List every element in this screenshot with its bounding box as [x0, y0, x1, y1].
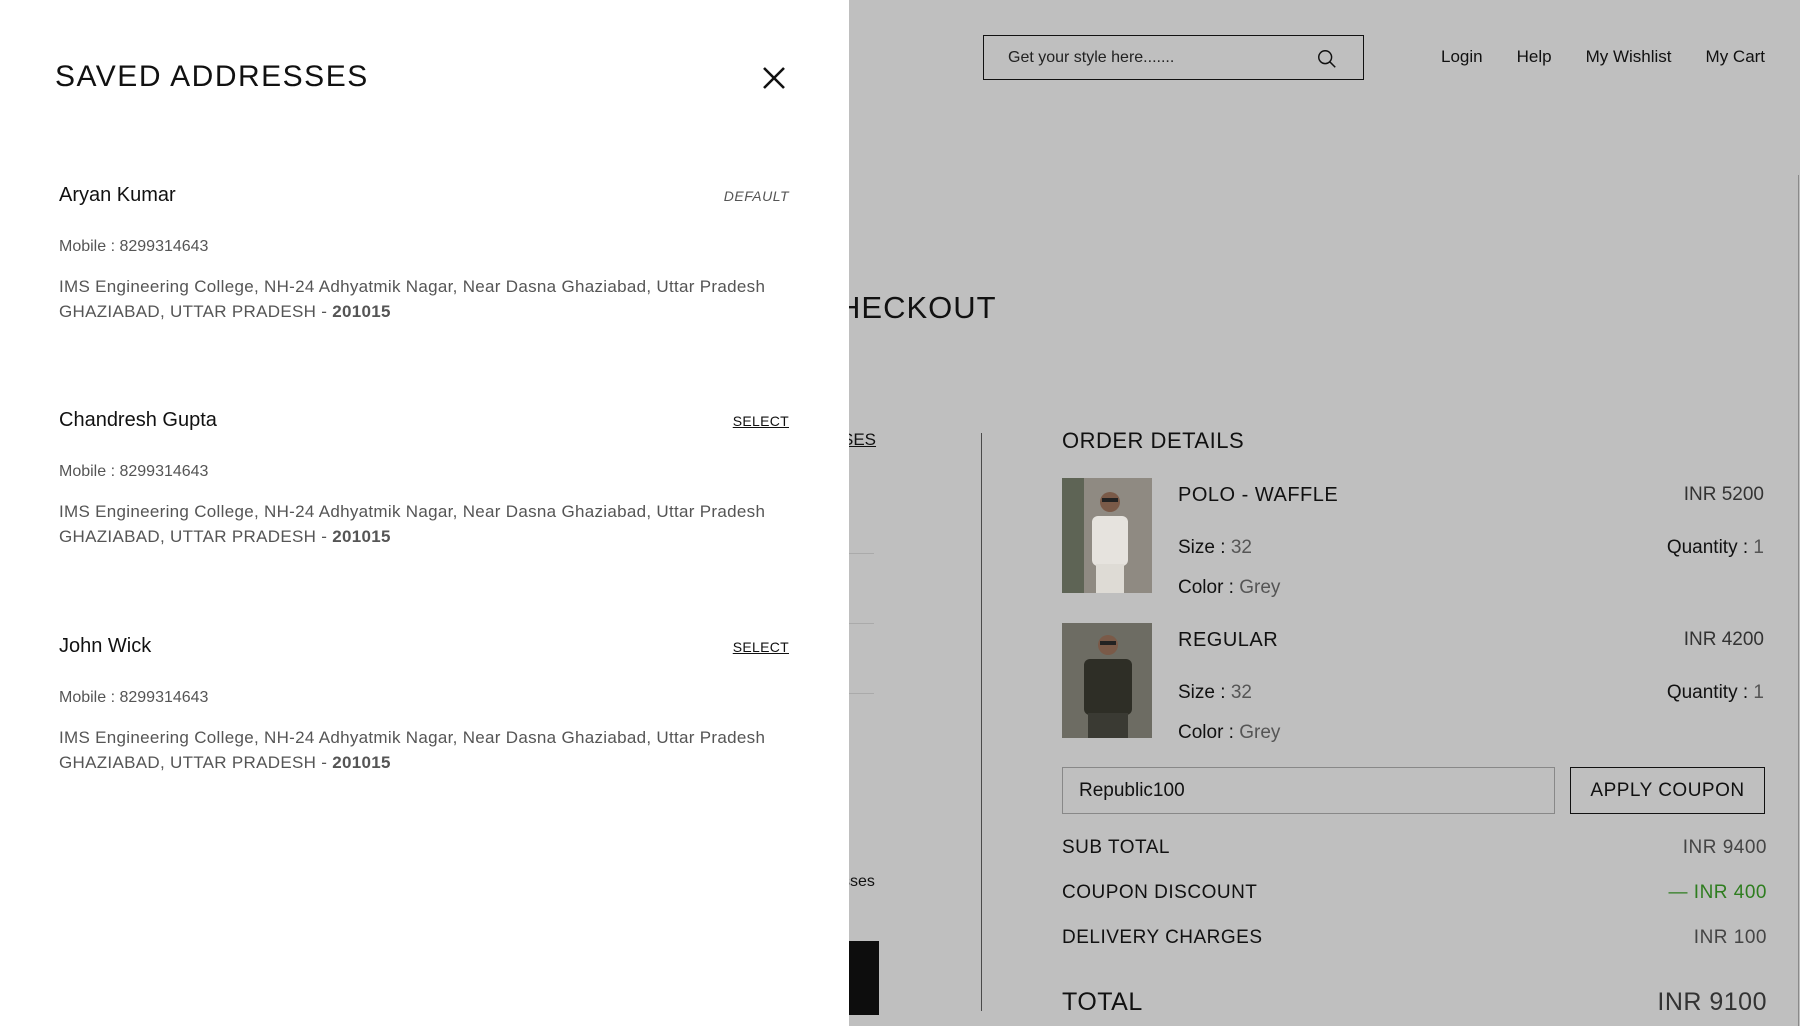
panel-title: SAVED ADDRESSES [55, 60, 369, 93]
product-color: Color : Grey [1178, 722, 1281, 743]
order-item: POLO - WAFFLE INR 5200 Size : 32 Color :… [1062, 478, 1800, 598]
coupon-discount-label: COUPON DISCOUNT [1062, 882, 1258, 903]
close-icon[interactable] [758, 62, 790, 94]
subtotal-value: INR 9400 [1682, 837, 1767, 858]
address-city-line: GHAZIABAD, UTTAR PRADESH - 201015 [59, 527, 391, 546]
top-nav: Login Help My Wishlist My Cart [1441, 47, 1765, 67]
delivery-charges-row: DELIVERY CHARGES INR 100 [1062, 927, 1767, 949]
address-mobile: Mobile : 8299314643 [59, 689, 209, 706]
product-name: REGULAR [1178, 629, 1279, 651]
product-size: Size : 32 [1178, 682, 1252, 703]
address-mobile: Mobile : 8299314643 [59, 238, 209, 255]
column-divider [981, 433, 982, 1011]
address-pincode: 201015 [332, 527, 391, 546]
nav-help[interactable]: Help [1517, 47, 1552, 67]
select-address-button[interactable]: SELECT [733, 639, 789, 655]
address-line: IMS Engineering College, NH-24 Adhyatmik… [59, 502, 766, 521]
coupon-discount-value: — INR 400 [1668, 882, 1767, 903]
select-address-button[interactable]: SELECT [733, 413, 789, 429]
product-image[interactable] [1062, 478, 1152, 593]
address-mobile: Mobile : 8299314643 [59, 463, 209, 480]
subtotal-row: SUB TOTAL INR 9400 [1062, 837, 1767, 859]
search-icon[interactable] [1316, 48, 1338, 70]
total-label: TOTAL [1062, 988, 1143, 1016]
product-price: INR 5200 [1683, 484, 1764, 505]
coupon-input[interactable] [1062, 767, 1555, 814]
total-row: TOTAL INR 9100 [1062, 988, 1767, 1017]
nav-cart[interactable]: My Cart [1706, 47, 1766, 67]
product-quantity: Quantity : 1 [1666, 682, 1764, 703]
default-badge: DEFAULT [723, 188, 789, 204]
product-image[interactable] [1062, 623, 1152, 738]
delivery-charges-value: INR 100 [1693, 927, 1767, 948]
delivery-charges-label: DELIVERY CHARGES [1062, 927, 1263, 948]
search-input[interactable] [984, 48, 1308, 67]
edge-line [1798, 175, 1799, 1026]
address-city-line: GHAZIABAD, UTTAR PRADESH - 201015 [59, 302, 391, 321]
product-size: Size : 32 [1178, 537, 1252, 558]
product-name: POLO - WAFFLE [1178, 484, 1339, 506]
subtotal-label: SUB TOTAL [1062, 837, 1170, 858]
address-pincode: 201015 [332, 302, 391, 321]
product-price: INR 4200 [1683, 629, 1764, 650]
saved-addresses-panel: SAVED ADDRESSES Aryan Kumar DEFAULT Mobi… [0, 0, 849, 1026]
address-pincode: 201015 [332, 753, 391, 772]
address-name: Aryan Kumar [59, 184, 176, 206]
address-name: Chandresh Gupta [59, 409, 217, 431]
address-line: IMS Engineering College, NH-24 Adhyatmik… [59, 728, 766, 747]
apply-coupon-button[interactable]: APPLY COUPON [1570, 767, 1765, 814]
checkout-page: Login Help My Wishlist My Cart HECKOUT S… [0, 0, 1800, 1026]
total-value: INR 9100 [1657, 988, 1767, 1016]
address-city-line: GHAZIABAD, UTTAR PRADESH - 201015 [59, 753, 391, 772]
address-line: IMS Engineering College, NH-24 Adhyatmik… [59, 277, 766, 296]
nav-wishlist[interactable]: My Wishlist [1586, 47, 1672, 67]
checkout-title: HECKOUT [838, 290, 997, 325]
product-color: Color : Grey [1178, 577, 1281, 598]
search-bar[interactable] [983, 35, 1364, 80]
coupon-discount-row: COUPON DISCOUNT — INR 400 [1062, 882, 1767, 904]
nav-login[interactable]: Login [1441, 47, 1483, 67]
product-quantity: Quantity : 1 [1666, 537, 1764, 558]
address-name: John Wick [59, 635, 152, 657]
order-details-title: ORDER DETAILS [1062, 428, 1245, 453]
order-item: REGULAR INR 4200 Size : 32 Color : Grey … [1062, 623, 1800, 743]
